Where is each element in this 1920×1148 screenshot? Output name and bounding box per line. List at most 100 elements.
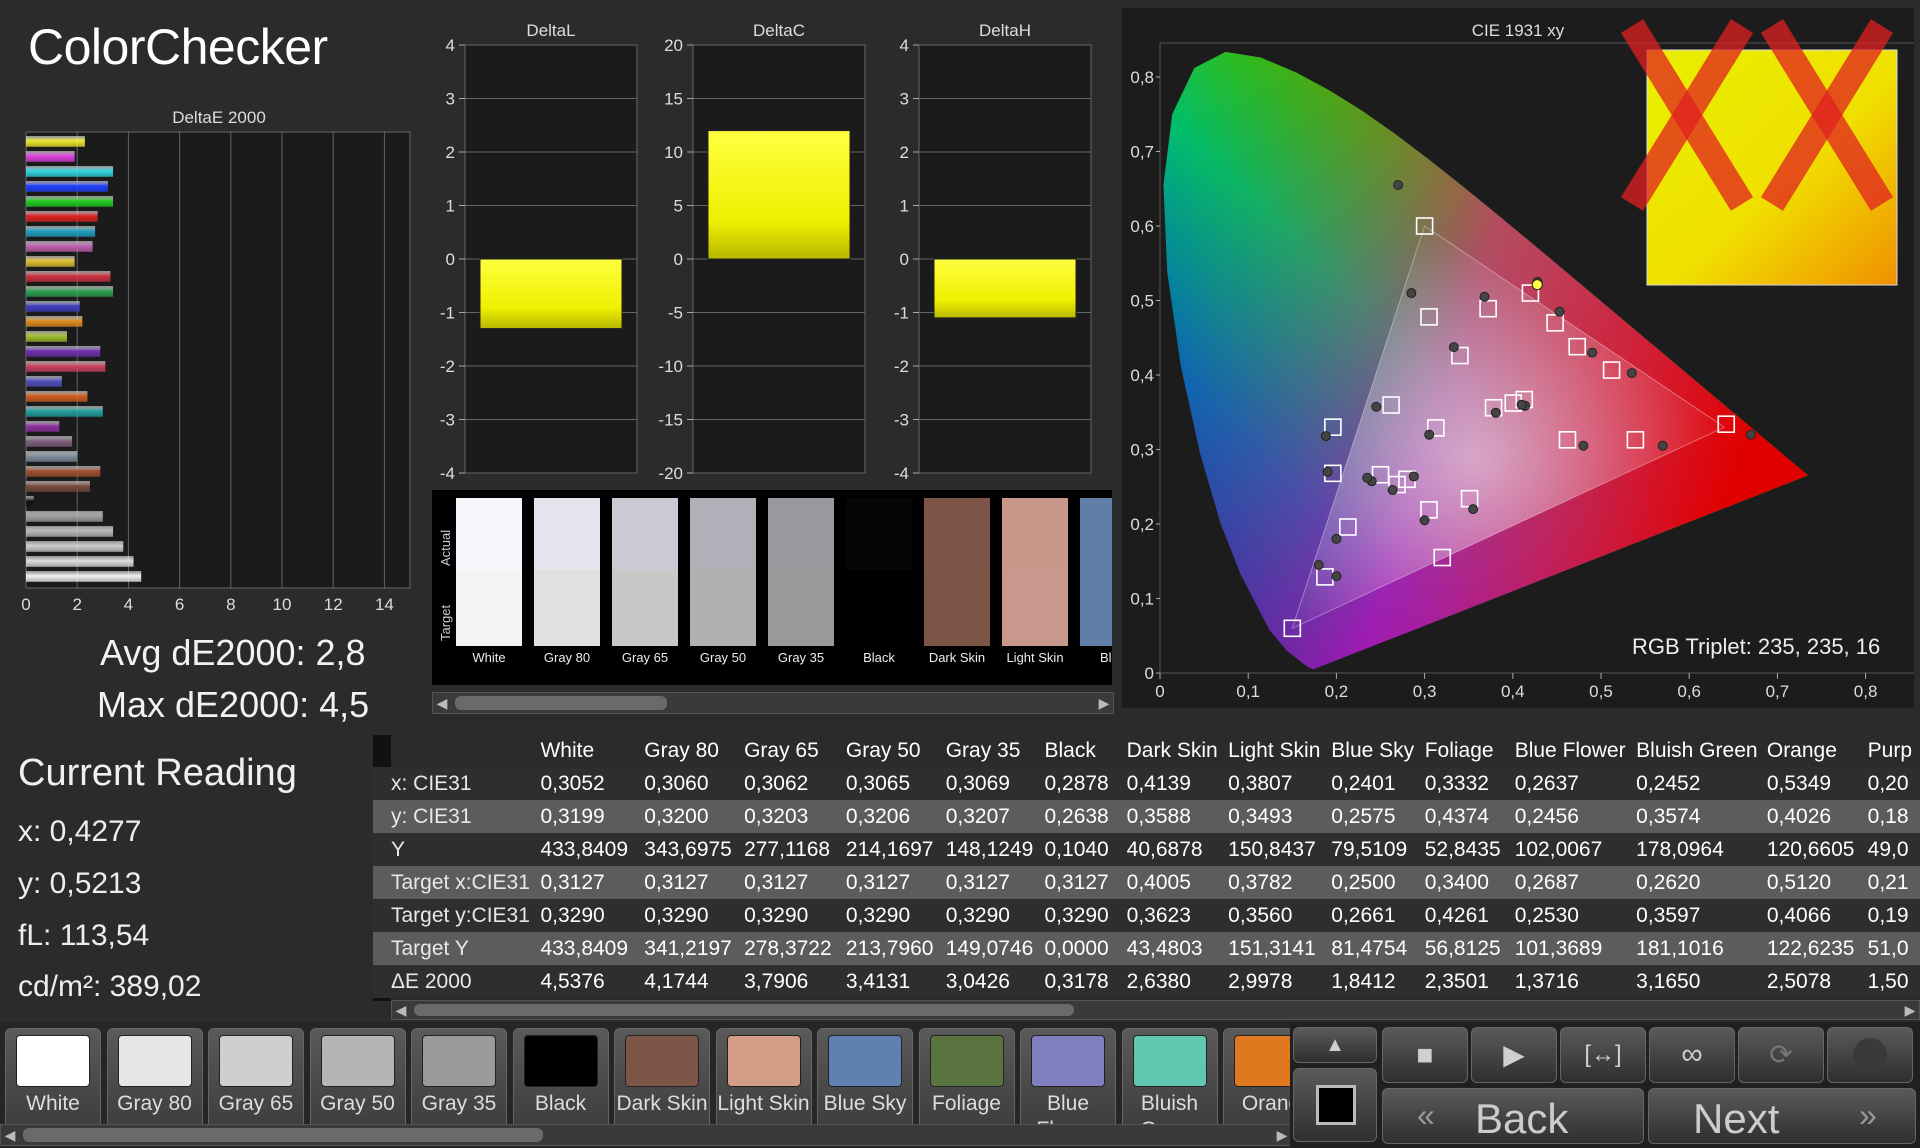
patch-scroll-thumb[interactable] xyxy=(23,1128,543,1142)
table-scrollbar[interactable]: ◀ ▶ xyxy=(391,1000,1920,1020)
delta-tick-label: -2 xyxy=(440,357,455,376)
delta-tick-label: 1 xyxy=(446,197,455,216)
swatch-label: Gray 80 xyxy=(543,650,591,665)
deltae-bar xyxy=(26,226,96,237)
cie-x-tick: 0,3 xyxy=(1413,682,1437,701)
actual-marker xyxy=(1419,515,1430,526)
swatch: White xyxy=(456,498,522,678)
actual-marker xyxy=(1387,485,1398,496)
swatch-scrollbar[interactable]: ◀ ▶ xyxy=(432,692,1114,714)
table-cell: 0,3052 xyxy=(534,767,639,800)
deltae-bar xyxy=(26,481,90,492)
reading-cdm2: cd/m²: 389,02 xyxy=(18,970,202,1003)
delta-tick-label: 15 xyxy=(664,90,683,109)
delta-tick-label: -1 xyxy=(894,304,909,323)
swatch-actual xyxy=(612,498,678,570)
table-cell: 0,21 xyxy=(1861,866,1920,899)
actual-marker xyxy=(1554,306,1565,317)
stop-button[interactable]: ■ xyxy=(1382,1027,1468,1083)
table-cell: 2,9978 xyxy=(1222,965,1326,998)
delta-tick-label: -3 xyxy=(894,411,909,430)
table-cell: 277,1168 xyxy=(738,833,840,866)
patch-scroll-right-icon[interactable]: ▶ xyxy=(1273,1125,1291,1145)
deltae-bar xyxy=(26,136,85,147)
reading-fl: fL: 113,54 xyxy=(18,919,150,952)
delta-tick-label: 0 xyxy=(900,250,909,269)
refresh-button[interactable]: ⟳ xyxy=(1738,1027,1824,1083)
table-scroll-left-icon[interactable]: ◀ xyxy=(392,1001,410,1019)
fit-button[interactable]: [↔] xyxy=(1560,1027,1646,1083)
row-label: Y xyxy=(373,833,535,866)
table-row: y: CIE31 0,3199 0,3200 0,3203 0,3206 0,3207 0,… xyxy=(373,800,1920,833)
table-cell: 81,4754 xyxy=(1325,932,1419,965)
deltae-tick-label: 10 xyxy=(273,595,292,614)
delta-chart-title: DeltaL xyxy=(526,21,575,40)
delta-tick-label: -4 xyxy=(440,464,455,483)
table-cell: 120,6605 xyxy=(1760,833,1862,866)
scroll-right-icon[interactable]: ▶ xyxy=(1095,693,1113,713)
cie-x-tick: 0,5 xyxy=(1589,682,1613,701)
deltae-bar xyxy=(26,376,62,387)
back-button[interactable]: « Back xyxy=(1382,1088,1644,1144)
record-button[interactable] xyxy=(1827,1027,1913,1083)
table-cell: 0,1040 xyxy=(1038,833,1121,866)
deltae-bar xyxy=(26,271,111,282)
actual-marker xyxy=(1745,429,1756,440)
table-cell: 43,4803 xyxy=(1120,932,1223,965)
table-column-header: Black xyxy=(1044,739,1096,762)
table-cell: 49,0 xyxy=(1861,833,1920,866)
patch-scrollbar[interactable]: ◀ ▶ xyxy=(0,1124,1292,1146)
table-cell: 0,3065 xyxy=(839,767,940,800)
delta-tick-label: -20 xyxy=(658,464,683,483)
table-cell: 343,6975 xyxy=(638,833,739,866)
cie-y-tick: 0,1 xyxy=(1130,590,1154,609)
stop-main-button[interactable] xyxy=(1293,1068,1377,1142)
delta-tick-label: -3 xyxy=(440,411,455,430)
delta-bar xyxy=(479,258,623,330)
actual-marker xyxy=(1331,533,1342,544)
swatch-scroll-thumb[interactable] xyxy=(455,696,667,710)
swatch-target xyxy=(612,570,678,646)
patch-swatch xyxy=(523,1035,598,1087)
deltae-bar xyxy=(26,496,34,507)
row-label: y: CIE31 xyxy=(373,800,535,833)
deltae-bar xyxy=(26,346,101,357)
patch-swatch xyxy=(828,1035,902,1087)
table-scroll-thumb[interactable] xyxy=(414,1004,1074,1016)
table-cell: 341,2197 xyxy=(638,932,739,965)
next-button[interactable]: Next » xyxy=(1648,1088,1916,1144)
up-arrow-button[interactable]: ▲ xyxy=(1293,1027,1377,1063)
scroll-left-icon[interactable]: ◀ xyxy=(433,693,451,713)
table-cell: 0,2575 xyxy=(1325,800,1419,833)
table-cell: 3,1650 xyxy=(1630,965,1761,998)
table-cell: 3,0426 xyxy=(939,965,1039,998)
table-cell: 4,5376 xyxy=(534,965,639,998)
table-row: Target Y 433,8409 341,2197 278,3722 213,7960… xyxy=(373,932,1920,965)
deltae-bar xyxy=(26,166,114,177)
delta-tick-label: 0 xyxy=(674,250,683,269)
patch-scroll-left-icon[interactable]: ◀ xyxy=(1,1125,19,1145)
delta-tick-label: 5 xyxy=(674,197,683,216)
deltae-tick-label: 6 xyxy=(175,595,184,614)
table-cell: 0,2401 xyxy=(1325,767,1419,800)
stop-square-icon xyxy=(1316,1085,1356,1125)
cie-y-tick: 0,8 xyxy=(1130,68,1154,87)
deltae-bar xyxy=(26,436,73,447)
actual-marker xyxy=(1448,342,1459,353)
table-scroll-right-icon[interactable]: ▶ xyxy=(1901,1001,1919,1019)
swatch-label: Black xyxy=(863,650,895,665)
loop-button[interactable]: ∞ xyxy=(1649,1027,1735,1083)
swatch-actual xyxy=(924,498,990,570)
table-cell: 213,7960 xyxy=(839,932,940,965)
actual-marker xyxy=(1578,440,1589,451)
table-cell: 101,3689 xyxy=(1508,932,1631,965)
swatch-label: Gray 35 xyxy=(777,650,825,665)
deltae-chart-title: DeltaE 2000 xyxy=(172,108,266,127)
table-cell: 0,3290 xyxy=(939,899,1039,932)
actual-marker xyxy=(1408,471,1419,482)
play-button[interactable]: ▶ xyxy=(1471,1027,1557,1083)
table-column-header: Blue Flower xyxy=(1514,739,1626,762)
table-cell: 0,5349 xyxy=(1760,767,1862,800)
table-cell: 0,3574 xyxy=(1630,800,1761,833)
patch-swatch xyxy=(422,1035,496,1087)
